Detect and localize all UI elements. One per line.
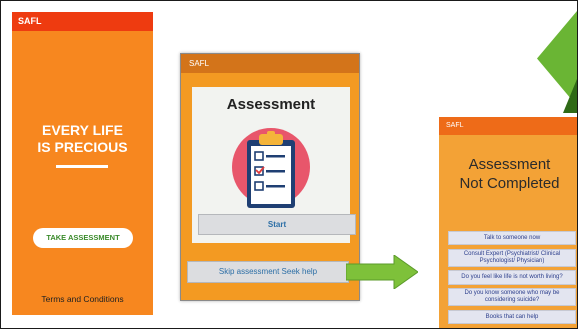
consult-expert-button[interactable]: Consult Expert (Psychiatrist/ Clinical P…: [448, 249, 576, 267]
life-not-worth-living-button[interactable]: Do you feel like life is not worth livin…: [448, 270, 576, 285]
slogan-line-1: EVERY LIFE: [42, 122, 123, 138]
slogan: EVERY LIFE IS PRECIOUS: [12, 122, 153, 156]
result-title-line-1: Assessment: [468, 156, 551, 173]
result-screen: SAFL Assessment Not Completed Talk to so…: [439, 117, 577, 328]
know-someone-suicide-button[interactable]: Do you know someone who may be consideri…: [448, 288, 576, 306]
result-title: Assessment Not Completed: [439, 155, 577, 193]
slide-frame: SAFL EVERY LIFE IS PRECIOUS TAKE ASSESSM…: [0, 0, 578, 329]
result-title-line-2: Not Completed: [459, 175, 560, 192]
take-assessment-button[interactable]: TAKE ASSESSMENT: [33, 228, 133, 248]
slogan-underline: [56, 165, 108, 168]
app-bar: SAFL: [181, 54, 359, 73]
app-title: SAFL: [189, 59, 210, 68]
books-button[interactable]: Books that can help: [448, 310, 576, 324]
home-screen: SAFL EVERY LIFE IS PRECIOUS TAKE ASSESSM…: [12, 12, 153, 315]
app-bar: SAFL: [439, 117, 577, 135]
skip-assessment-button[interactable]: Skip assessment Seek help: [187, 261, 349, 283]
slogan-line-2: IS PRECIOUS: [37, 139, 128, 155]
app-title: SAFL: [18, 16, 42, 26]
terms-link[interactable]: Terms and Conditions: [12, 294, 153, 304]
talk-now-button[interactable]: Talk to someone now: [448, 231, 576, 245]
start-button[interactable]: Start: [198, 214, 356, 235]
app-title: SAFL: [446, 122, 464, 129]
arrow-right-icon: [346, 255, 418, 289]
app-bar: SAFL: [12, 12, 153, 31]
decorative-green-triangle: [537, 11, 577, 106]
assessment-screen: SAFL Assessment Start Skip assessment Se…: [180, 53, 360, 301]
